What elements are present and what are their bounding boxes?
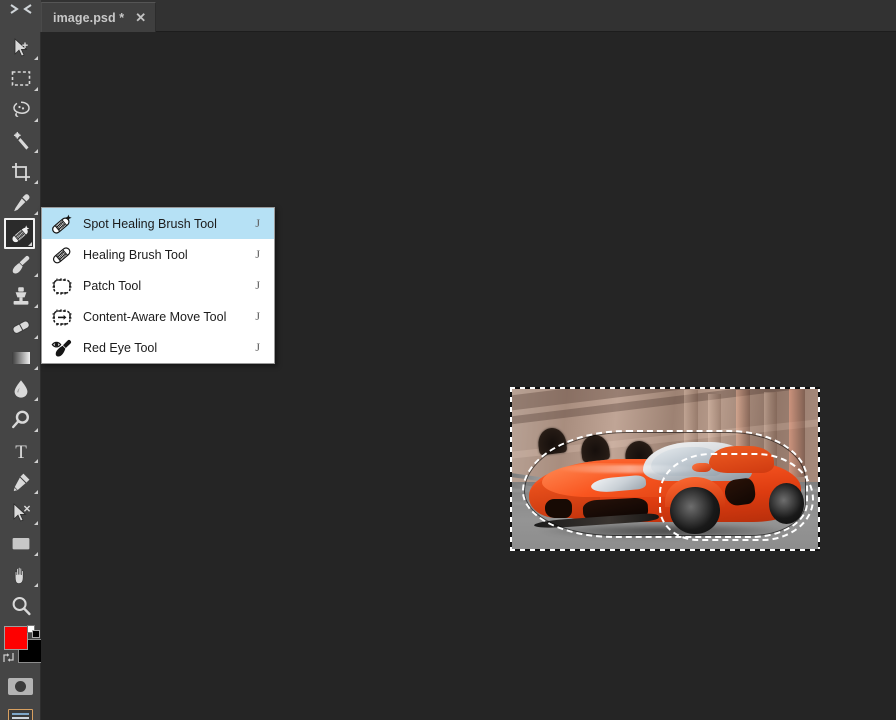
menu-item-shortcut: J — [255, 247, 260, 261]
menu-item-spot-healing-brush-tool[interactable]: Spot Healing Brush Tool J — [42, 208, 274, 239]
lasso-tool[interactable] — [0, 94, 41, 125]
rectangle-shape-tool[interactable] — [0, 528, 41, 559]
menu-item-red-eye-tool[interactable]: Red Eye Tool J — [42, 332, 274, 363]
pen-tool[interactable] — [0, 466, 41, 497]
document-image[interactable] — [510, 387, 820, 551]
menu-item-shortcut: J — [255, 278, 260, 292]
collapse-arrows-icon — [9, 3, 33, 15]
toolbar-collapse-button[interactable] — [0, 0, 41, 32]
menu-item-label: Red Eye Tool — [83, 340, 158, 355]
canvas-area[interactable] — [41, 32, 896, 720]
submenu-corner-icon — [34, 459, 38, 463]
screen-mode-button[interactable] — [0, 702, 41, 720]
close-icon[interactable]: ✕ — [135, 11, 146, 25]
svg-text:T: T — [15, 442, 27, 462]
photo-editor-window: image.psd * ✕ T Spot Healing Brush Tool … — [0, 0, 896, 720]
spot-healing-brush-icon — [48, 213, 76, 235]
submenu-corner-icon — [34, 56, 38, 60]
submenu-corner-icon — [28, 242, 32, 246]
eraser-tool[interactable] — [0, 311, 41, 342]
submenu-corner-icon — [34, 521, 38, 525]
type-tool[interactable]: T — [0, 435, 41, 466]
menu-item-content-aware-move-tool[interactable]: Content-Aware Move Tool J — [42, 301, 274, 332]
menu-item-healing-brush-tool[interactable]: Healing Brush Tool J — [42, 239, 274, 270]
spot-healing-brush-tool[interactable] — [4, 218, 35, 249]
submenu-corner-icon — [34, 552, 38, 556]
submenu-corner-icon — [34, 583, 38, 587]
blur-tool[interactable] — [0, 373, 41, 404]
color-swatches[interactable] — [0, 625, 42, 671]
foreground-color-swatch[interactable] — [4, 626, 28, 650]
menu-item-shortcut: J — [255, 309, 260, 323]
submenu-corner-icon — [34, 397, 38, 401]
tools-panel: T — [0, 32, 42, 720]
menu-item-label: Patch Tool — [83, 278, 142, 293]
document-tab-title: image.psd * — [53, 10, 125, 25]
eyedropper-tool[interactable] — [0, 187, 41, 218]
submenu-corner-icon — [34, 273, 38, 277]
path-selection-tool[interactable] — [0, 497, 41, 528]
patch-icon — [48, 275, 76, 297]
submenu-corner-icon — [34, 180, 38, 184]
tab-bar: image.psd * ✕ — [0, 0, 896, 32]
submenu-corner-icon — [34, 490, 38, 494]
healing-brush-icon — [48, 244, 76, 266]
swap-colors-icon[interactable] — [2, 651, 15, 664]
tool-flyout-menu[interactable]: Spot Healing Brush Tool J Healing Brush … — [41, 207, 275, 364]
menu-item-patch-tool[interactable]: Patch Tool J — [42, 270, 274, 301]
submenu-corner-icon — [34, 149, 38, 153]
quick-mask-toggle[interactable] — [0, 671, 41, 702]
crop-tool[interactable] — [0, 156, 41, 187]
submenu-corner-icon — [34, 87, 38, 91]
submenu-corner-icon — [34, 335, 38, 339]
magic-wand-tool[interactable] — [0, 125, 41, 156]
menu-item-label: Spot Healing Brush Tool — [83, 216, 217, 231]
hand-tool[interactable] — [0, 559, 41, 590]
lamborghini-car — [528, 436, 805, 539]
quick-mask-icon — [8, 678, 33, 695]
menu-item-label: Content-Aware Move Tool — [83, 309, 227, 324]
submenu-corner-icon — [34, 304, 38, 308]
zoom-tool[interactable] — [0, 590, 41, 621]
default-colors-icon[interactable] — [27, 625, 40, 638]
submenu-corner-icon — [34, 211, 38, 215]
menu-item-label: Healing Brush Tool — [83, 247, 188, 262]
rectangular-marquee-tool[interactable] — [0, 63, 41, 94]
red-eye-icon — [48, 337, 76, 359]
content-aware-move-icon — [48, 306, 76, 328]
clone-stamp-tool[interactable] — [0, 280, 41, 311]
document-tab-image-psd[interactable]: image.psd * ✕ — [41, 2, 157, 32]
submenu-corner-icon — [34, 366, 38, 370]
dodge-tool[interactable] — [0, 404, 41, 435]
menu-item-shortcut: J — [255, 340, 260, 354]
submenu-corner-icon — [34, 118, 38, 122]
move-tool[interactable] — [0, 32, 41, 63]
brush-tool[interactable] — [0, 249, 41, 280]
menu-item-shortcut: J — [255, 216, 260, 230]
photo-content — [510, 387, 820, 551]
gradient-tool[interactable] — [0, 342, 41, 373]
screen-mode-icon — [8, 709, 33, 720]
submenu-corner-icon — [34, 428, 38, 432]
